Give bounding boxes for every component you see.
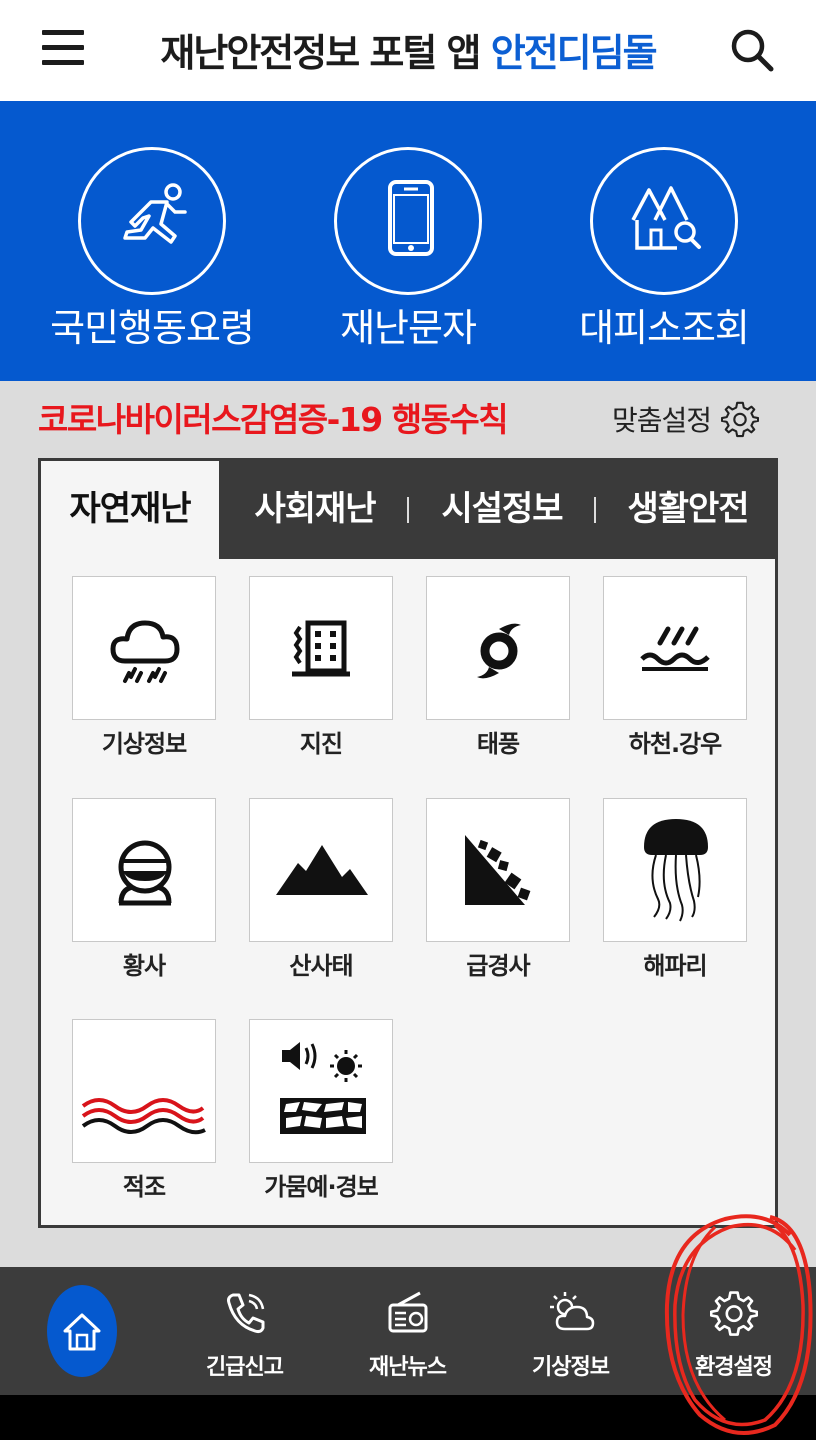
app-header: 재난안전정보 포털 앱 안전디딤돌: [0, 0, 816, 101]
tab-living-safety[interactable]: 생활안전: [601, 461, 775, 559]
home-icon: [63, 1313, 101, 1351]
tab-divider: [407, 497, 409, 523]
earthquake-building-icon: [292, 620, 350, 677]
phone-icon: [227, 1293, 265, 1334]
search-icon[interactable]: [728, 26, 776, 74]
disaster-message-circle: [334, 147, 482, 295]
mask-face-icon: [118, 840, 172, 906]
gear-icon: [710, 1291, 758, 1336]
tile-label: 적조: [122, 1173, 166, 1201]
tile-earthquake[interactable]: 지진: [249, 576, 393, 759]
red-tide-icon: [81, 1098, 206, 1135]
tile-red-tide[interactable]: 적조: [72, 1019, 216, 1202]
nav-disaster-news[interactable]: 재난뉴스: [326, 1267, 489, 1395]
tile-label: 급경사: [466, 952, 530, 980]
disaster-tile-grid: 기상정보 지진 태풍 하천.강우 황사 산사태 급경사 해파리 적조 가뭄예·경…: [41, 559, 775, 1225]
tab-facility-info[interactable]: 시설정보: [415, 461, 589, 559]
tile-drought-warning[interactable]: 가뭄예·경보: [249, 1019, 393, 1202]
page-title: 재난안전정보 포털 앱 안전디딤돌: [0, 22, 816, 77]
disaster-message-label: 재난문자: [340, 306, 477, 350]
tile-label: 기상정보: [101, 730, 187, 758]
tile-yellow-dust[interactable]: 황사: [72, 798, 216, 981]
rain-cloud-icon: [110, 620, 180, 683]
tile-label: 하천.강우: [628, 730, 722, 758]
nav-settings[interactable]: 환경설정: [652, 1267, 815, 1395]
typhoon-icon: [477, 623, 521, 679]
shelter-search-button[interactable]: 대피소조회: [528, 101, 800, 381]
steep-slope-icon: [465, 835, 531, 905]
tile-label: 해파리: [643, 952, 707, 980]
main-content: 코로나바이러스감염증-19 행동수칙 맞춤설정 자연재난 사회재난 시설정보 생…: [0, 381, 816, 1267]
tab-natural-disaster[interactable]: 자연재난: [41, 461, 219, 561]
tile-weather-info[interactable]: 기상정보: [72, 576, 216, 759]
jellyfish-icon: [644, 819, 708, 922]
gear-icon: [721, 401, 760, 438]
nav-emergency-report[interactable]: 긴급신고: [163, 1267, 326, 1395]
covid-notice-link[interactable]: 코로나바이러스감염증-19 행동수칙: [38, 393, 509, 441]
disaster-message-button[interactable]: 재난문자: [272, 101, 544, 381]
custom-setting-label: 맞춤설정: [612, 404, 712, 437]
title-main: 재난안전정보 포털 앱: [160, 31, 481, 75]
action-guide-button[interactable]: 국민행동요령: [16, 101, 288, 381]
nav-weather-info[interactable]: 기상정보: [489, 1267, 652, 1395]
river-rain-icon: [640, 626, 710, 671]
tile-label: 가뭄예·경보: [264, 1173, 379, 1201]
category-tabs: 자연재난 사회재난 시설정보 생활안전: [41, 461, 775, 561]
running-person-icon: [123, 183, 187, 244]
tile-typhoon[interactable]: 태풍: [426, 576, 570, 759]
drought-icon: [280, 1042, 366, 1134]
tab-divider: [594, 497, 596, 523]
bottom-navigation: 긴급신고 재난뉴스 기상정보 환경설정: [0, 1267, 816, 1395]
nav-label: 긴급신고: [206, 1355, 284, 1380]
tab-social-disaster[interactable]: 사회재난: [229, 461, 401, 559]
custom-setting-button[interactable]: 맞춤설정: [612, 399, 760, 439]
tile-label: 지진: [299, 730, 343, 758]
weather-icon: [550, 1292, 595, 1331]
nav-label: 기상정보: [532, 1355, 610, 1380]
mountain-icon: [276, 845, 368, 895]
home-button: [47, 1285, 117, 1377]
shelter-search-label: 대피소조회: [579, 306, 750, 350]
shelter-search-circle: [590, 147, 738, 295]
title-accent: 안전디딤돌: [490, 31, 658, 75]
tile-landslide[interactable]: 산사태: [249, 798, 393, 981]
nav-label: 환경설정: [695, 1355, 773, 1380]
tile-label: 황사: [122, 952, 166, 980]
smartphone-icon: [388, 180, 434, 256]
tile-label: 태풍: [476, 730, 520, 758]
shelter-search-icon: [631, 186, 701, 250]
system-bar: [0, 1395, 816, 1440]
disaster-category-panel: 자연재난 사회재난 시설정보 생활안전 기상정보 지진 태풍 하천.강우 황사 …: [38, 458, 778, 1228]
action-guide-circle: [78, 147, 226, 295]
tile-steep-slope[interactable]: 급경사: [426, 798, 570, 981]
action-guide-label: 국민행동요령: [50, 306, 255, 350]
radio-icon: [388, 1291, 428, 1333]
nav-label: 재난뉴스: [369, 1355, 447, 1380]
quick-menu: 국민행동요령 재난문자 대피소조회: [0, 101, 816, 381]
tile-jellyfish[interactable]: 해파리: [603, 798, 747, 981]
tile-river-rainfall[interactable]: 하천.강우: [603, 576, 747, 759]
tile-label: 산사태: [289, 952, 353, 980]
nav-home[interactable]: [0, 1267, 163, 1395]
